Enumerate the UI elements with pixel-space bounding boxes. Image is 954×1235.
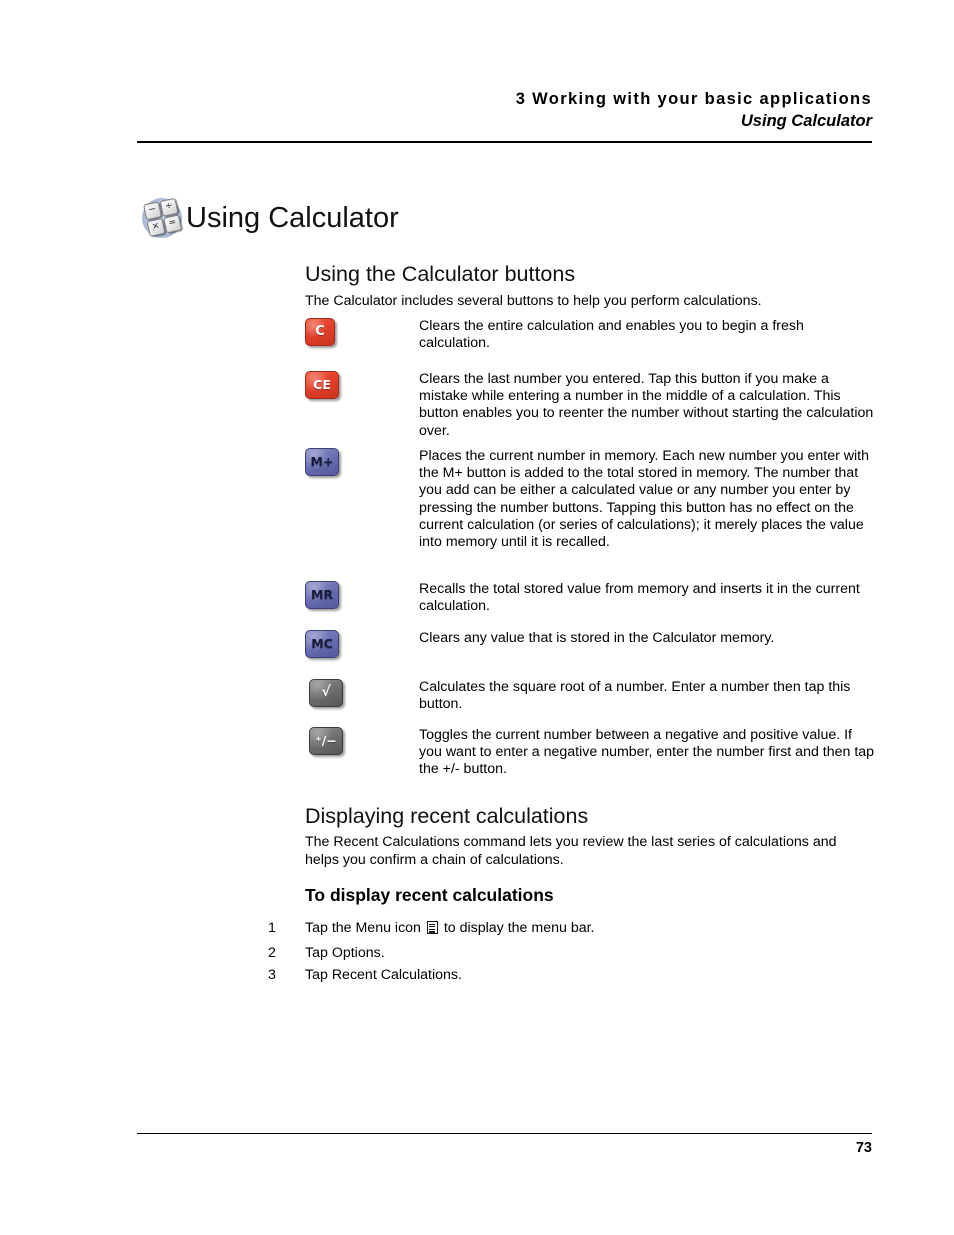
header-chapter-title: 3 Working with your basic applications xyxy=(515,90,872,108)
document-page: 3 Working with your basic applications U… xyxy=(0,0,954,1235)
step-2-text: Tap Options. xyxy=(305,945,385,961)
intro-displaying-recent-calculations: The Recent Calculations command lets you… xyxy=(305,834,837,868)
header-divider xyxy=(137,141,872,143)
page-title-block: − ÷ × = Using Calculator xyxy=(140,196,399,240)
button-description-clear: Clears the entire calculation and enable… xyxy=(419,318,804,352)
button-description-sign-toggle: Toggles the current number between a neg… xyxy=(419,727,875,778)
running-header: 3 Working with your basic applications U… xyxy=(137,88,872,133)
calc-key-clear-entry-cell: CE xyxy=(305,371,405,399)
calc-key-memory-add-cell: M+ xyxy=(305,448,405,476)
menu-icon[interactable] xyxy=(426,921,438,934)
page-title: Using Calculator xyxy=(186,202,399,234)
calculator-icon-keys: − ÷ × = xyxy=(143,197,183,237)
step-2-number: 2 xyxy=(268,945,276,961)
button-description-clear-entry: Clears the last number you entered. Tap … xyxy=(419,371,874,439)
calc-key-square-root[interactable]: √ xyxy=(309,679,343,707)
calc-key-sign-toggle-cell: ⁺/− xyxy=(309,727,409,755)
calculator-icon-key-multiply: × xyxy=(146,217,166,237)
calc-key-memory-recall-cell: MR xyxy=(305,581,405,609)
intro-using-calculator-buttons: The Calculator includes several buttons … xyxy=(305,293,762,309)
step-1-number: 1 xyxy=(268,920,276,936)
heading-to-display-recent-calculations: To display recent calculations xyxy=(305,885,554,905)
button-description-memory-add: Places the current number in memory. Eac… xyxy=(419,448,870,551)
heading-using-calculator-buttons: Using the Calculator buttons xyxy=(305,262,576,286)
button-description-square-root: Calculates the square root of a number. … xyxy=(419,679,851,713)
button-description-memory-recall: Recalls the total stored value from memo… xyxy=(419,581,860,615)
button-description-memory-clear: Clears any value that is stored in the C… xyxy=(419,630,775,646)
calc-key-square-root-cell: √ xyxy=(309,679,409,707)
calc-key-memory-add[interactable]: M+ xyxy=(305,448,339,476)
calc-key-clear-entry[interactable]: CE xyxy=(305,371,339,399)
step-1-text-before: Tap the Menu icon xyxy=(305,920,421,936)
calc-key-memory-clear-cell: MC xyxy=(305,630,405,658)
calc-key-sign-toggle[interactable]: ⁺/− xyxy=(309,727,343,755)
calc-key-clear-cell: C xyxy=(305,318,405,346)
header-section-title: Using Calculator xyxy=(740,112,872,130)
heading-displaying-recent-calculations: Displaying recent calculations xyxy=(305,804,589,828)
page-number: 73 xyxy=(855,1140,872,1156)
footer-divider xyxy=(137,1133,872,1135)
step-3-number: 3 xyxy=(268,967,276,983)
step-3-text: Tap Recent Calculations. xyxy=(305,967,462,983)
step-1-text: Tap the Menu icon to display the menu ba… xyxy=(305,919,594,937)
calculator-icon-key-equals: = xyxy=(163,214,183,234)
step-1-text-after: to display the menu bar. xyxy=(443,920,595,936)
calc-key-memory-recall[interactable]: MR xyxy=(305,581,339,609)
calc-key-memory-clear[interactable]: MC xyxy=(305,630,339,658)
calculator-icon: − ÷ × = xyxy=(140,196,184,240)
calc-key-clear[interactable]: C xyxy=(305,318,335,346)
